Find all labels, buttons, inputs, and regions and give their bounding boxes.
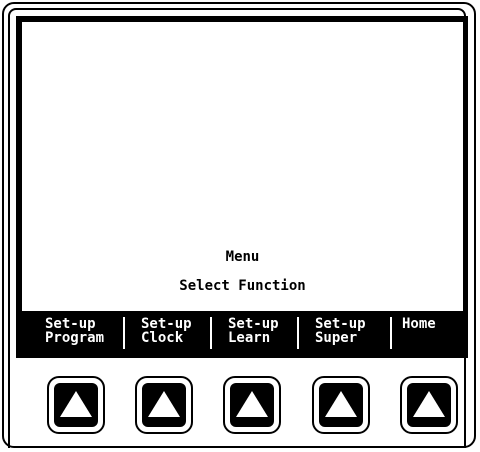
softkey-5-button[interactable] <box>400 376 458 434</box>
up-arrow-icon <box>325 391 357 417</box>
softkey-label-line2: Clock <box>141 330 184 346</box>
button-face <box>54 383 98 427</box>
softkey-2-button[interactable] <box>135 376 193 434</box>
softkey-bar: Set-up Program Set-up Clock Set-up Learn… <box>37 313 463 353</box>
softkey-label-line2: Program <box>45 330 105 346</box>
softkey-setup-super[interactable]: Set-up Super <box>315 313 366 353</box>
softkey-label-line2: Super <box>315 330 358 346</box>
softkey-setup-learn[interactable]: Set-up Learn <box>228 313 279 353</box>
softkey-label-line1: Home <box>402 316 436 332</box>
softkey-label-line2: Learn <box>228 330 271 346</box>
softkey-label-line1: Set-up <box>315 316 366 332</box>
screen-subtitle: Select Function <box>179 278 306 294</box>
softkey-divider <box>390 317 392 349</box>
softkey-label-line1: Set-up <box>228 316 279 332</box>
button-face <box>142 383 186 427</box>
up-arrow-icon <box>413 391 445 417</box>
softkey-3-button[interactable] <box>223 376 281 434</box>
up-arrow-icon <box>236 391 268 417</box>
softkey-setup-clock[interactable]: Set-up Clock <box>141 313 192 353</box>
softkey-label-line1: Set-up <box>141 316 192 332</box>
softkey-divider <box>123 317 125 349</box>
up-arrow-icon <box>60 391 92 417</box>
button-face <box>319 383 363 427</box>
softkey-1-button[interactable] <box>47 376 105 434</box>
lcd-screen: Menu Select Function <box>22 22 463 311</box>
softkey-4-button[interactable] <box>312 376 370 434</box>
softkey-setup-program[interactable]: Set-up Program <box>45 313 104 353</box>
screen-title: Menu <box>225 249 260 265</box>
softkey-divider <box>210 317 212 349</box>
softkey-divider <box>297 317 299 349</box>
button-face <box>407 383 451 427</box>
button-face <box>230 383 274 427</box>
up-arrow-icon <box>148 391 180 417</box>
softkey-label-line1: Set-up <box>45 316 96 332</box>
softkey-home[interactable]: Home <box>402 313 436 353</box>
